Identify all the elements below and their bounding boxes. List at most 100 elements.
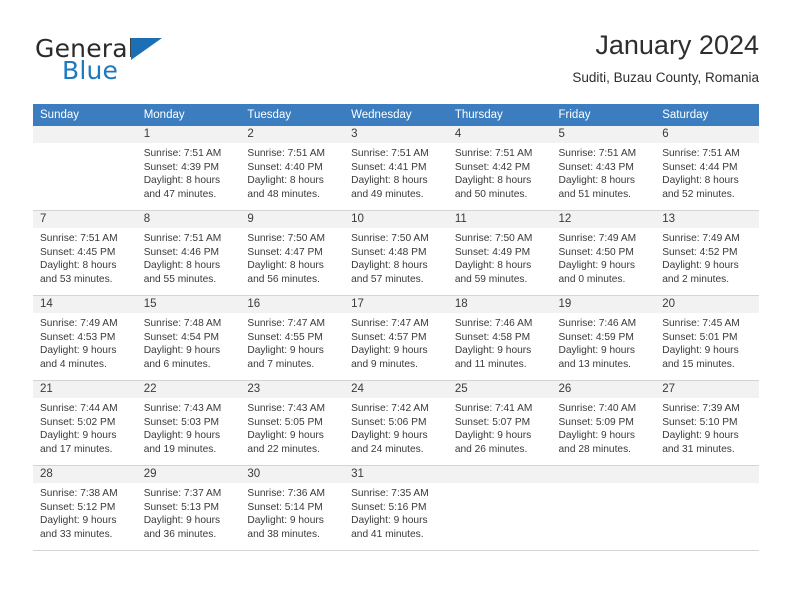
- day-number: 9: [240, 211, 345, 228]
- daylight-text-line1: Daylight: 8 hours: [40, 260, 117, 272]
- day-number: 27: [655, 381, 759, 398]
- daylight-text-line1: Daylight: 9 hours: [40, 430, 117, 442]
- calendar-day-cell[interactable]: 7 Sunrise: 7:51 AM Sunset: 4:45 PM Daylight…: [33, 210, 137, 296]
- day-number: 13: [655, 211, 759, 228]
- day-number: 1: [136, 126, 241, 143]
- sunrise-text: Sunrise: 7:51 AM: [247, 148, 325, 159]
- day-cell-inner: [655, 466, 759, 550]
- day-number: 12: [551, 211, 656, 228]
- weekday-header-sunday: Sunday: [33, 104, 137, 126]
- daylight-text-line1: Daylight: 8 hours: [454, 260, 532, 272]
- sunset-text: Sunset: 5:13 PM: [143, 501, 220, 513]
- day-number: 25: [447, 381, 552, 398]
- day-cell-inner: [551, 466, 656, 550]
- calendar-day-cell[interactable]: 3 Sunrise: 7:51 AM Sunset: 4:41 PM Daylight…: [344, 126, 448, 211]
- daylight-text-line2: and 7 minutes.: [247, 358, 315, 370]
- calendar-day-cell[interactable]: 22 Sunrise: 7:43 AM Sunset: 5:03 PM Dayligh…: [136, 380, 241, 466]
- calendar-day-cell[interactable]: 29 Sunrise: 7:37 AM Sunset: 5:13 PM Dayligh…: [136, 465, 241, 551]
- calendar-day-cell[interactable]: 21 Sunrise: 7:44 AM Sunset: 5:02 PM Dayligh…: [33, 380, 137, 466]
- day-cell-inner: 7 Sunrise: 7:51 AM Sunset: 4:45 PM Daylight…: [33, 211, 137, 295]
- calendar-day-cell[interactable]: 6 Sunrise: 7:51 AM Sunset: 4:44 PM Daylight…: [655, 126, 759, 211]
- day-cell-inner: 5 Sunrise: 7:51 AM Sunset: 4:43 PM Daylight…: [551, 126, 656, 210]
- calendar-day-cell[interactable]: 19 Sunrise: 7:46 AM Sunset: 4:59 PM Dayligh…: [551, 295, 656, 381]
- calendar-day-cell[interactable]: 2 Sunrise: 7:51 AM Sunset: 4:40 PM Daylight…: [240, 126, 345, 211]
- calendar-day-cell[interactable]: 24 Sunrise: 7:42 AM Sunset: 5:06 PM Dayligh…: [344, 380, 448, 466]
- sunset-text: Sunset: 5:16 PM: [351, 501, 427, 513]
- calendar-day-cell[interactable]: 31 Sunrise: 7:35 AM Sunset: 5:16 PM Dayligh…: [344, 465, 448, 551]
- day-number: 2: [240, 126, 345, 143]
- day-cell-inner: [447, 466, 552, 550]
- sunset-text: Sunset: 5:07 PM: [454, 416, 531, 428]
- page-title: January 2024: [595, 30, 759, 60]
- daylight-text-line2: and 19 minutes.: [143, 443, 217, 455]
- calendar-day-cell[interactable]: 18 Sunrise: 7:46 AM Sunset: 4:58 PM Dayligh…: [447, 295, 552, 381]
- daylight-text-line1: Daylight: 9 hours: [662, 345, 739, 357]
- daylight-text-line1: Daylight: 9 hours: [662, 430, 739, 442]
- day-details: Sunrise: 7:42 AM Sunset: 5:06 PM Daylight:…: [344, 398, 448, 456]
- daylight-text-line1: Daylight: 9 hours: [143, 515, 221, 527]
- day-number: 20: [655, 296, 759, 313]
- weekday-header-thursday: Thursday: [447, 104, 552, 126]
- day-number: 14: [33, 296, 137, 313]
- day-details: Sunrise: 7:40 AM Sunset: 5:09 PM Daylight:…: [552, 398, 656, 456]
- calendar-day-cell[interactable]: 13 Sunrise: 7:49 AM Sunset: 4:52 PM Dayligh…: [655, 210, 759, 296]
- weekday-header-monday: Monday: [136, 104, 241, 126]
- day-number: 8: [136, 211, 241, 228]
- sunrise-text: Sunrise: 7:43 AM: [247, 403, 325, 414]
- calendar-day-cell[interactable]: 10 Sunrise: 7:50 AM Sunset: 4:48 PM Dayligh…: [344, 210, 448, 296]
- calendar-day-cell[interactable]: 5 Sunrise: 7:51 AM Sunset: 4:43 PM Daylight…: [551, 126, 656, 211]
- calendar-day-cell[interactable]: 12 Sunrise: 7:49 AM Sunset: 4:50 PM Dayligh…: [551, 210, 656, 296]
- day-cell-inner: 10 Sunrise: 7:50 AM Sunset: 4:48 PM Dayligh…: [344, 211, 448, 295]
- daylight-text-line1: Daylight: 9 hours: [351, 515, 428, 527]
- day-details: Sunrise: 7:46 AM Sunset: 4:58 PM Daylight:…: [448, 313, 552, 371]
- daylight-text-line1: Daylight: 8 hours: [351, 175, 428, 187]
- daylight-text-line1: Daylight: 8 hours: [558, 175, 635, 187]
- calendar-day-cell[interactable]: 4 Sunrise: 7:51 AM Sunset: 4:42 PM Daylight…: [447, 126, 552, 211]
- daylight-text-line2: and 59 minutes.: [454, 273, 528, 285]
- daylight-text-line2: and 28 minutes.: [558, 443, 632, 455]
- daylight-text-line2: and 56 minutes.: [247, 273, 320, 285]
- day-details: Sunrise: 7:49 AM Sunset: 4:53 PM Daylight:…: [33, 313, 137, 371]
- daylight-text-line1: Daylight: 9 hours: [558, 260, 635, 272]
- sunrise-sunset-calendar: Sunday Monday Tuesday Wednesday Thursday…: [33, 104, 759, 551]
- daylight-text-line2: and 41 minutes.: [351, 528, 424, 540]
- daylight-text-line2: and 17 minutes.: [40, 443, 113, 455]
- day-number: 6: [655, 126, 759, 143]
- calendar-day-cell[interactable]: 23 Sunrise: 7:43 AM Sunset: 5:05 PM Dayligh…: [240, 380, 345, 466]
- calendar-page: General Blue January 2024 Suditi, Buzau …: [0, 0, 792, 612]
- calendar-day-cell[interactable]: 26 Sunrise: 7:40 AM Sunset: 5:09 PM Dayligh…: [551, 380, 656, 466]
- calendar-day-cell[interactable]: 25 Sunrise: 7:41 AM Sunset: 5:07 PM Dayligh…: [447, 380, 552, 466]
- calendar-day-cell[interactable]: 1 Sunrise: 7:51 AM Sunset: 4:39 PM Daylight…: [136, 126, 241, 211]
- calendar-day-cell[interactable]: 15 Sunrise: 7:48 AM Sunset: 4:54 PM Dayligh…: [136, 295, 241, 381]
- calendar-day-cell[interactable]: 8 Sunrise: 7:51 AM Sunset: 4:46 PM Daylight…: [136, 210, 241, 296]
- sunset-text: Sunset: 4:48 PM: [351, 246, 427, 258]
- daylight-text-line2: and 50 minutes.: [454, 188, 528, 200]
- daylight-text-line2: and 6 minutes.: [143, 358, 211, 370]
- triangle-icon: [131, 38, 162, 60]
- calendar-day-cell[interactable]: 17 Sunrise: 7:47 AM Sunset: 4:57 PM Dayligh…: [344, 295, 448, 381]
- calendar-day-cell[interactable]: 16 Sunrise: 7:47 AM Sunset: 4:55 PM Dayligh…: [240, 295, 345, 381]
- calendar-day-cell[interactable]: 28 Sunrise: 7:38 AM Sunset: 5:12 PM Dayligh…: [33, 465, 137, 551]
- day-number: 17: [344, 296, 448, 313]
- day-cell-inner: 13 Sunrise: 7:49 AM Sunset: 4:52 PM Dayligh…: [655, 211, 759, 295]
- calendar-day-cell[interactable]: 9 Sunrise: 7:50 AM Sunset: 4:47 PM Daylight…: [240, 210, 345, 296]
- sunset-text: Sunset: 5:03 PM: [143, 416, 220, 428]
- calendar-day-cell[interactable]: 11 Sunrise: 7:50 AM Sunset: 4:49 PM Dayligh…: [447, 210, 552, 296]
- day-number: 21: [33, 381, 137, 398]
- day-cell-inner: 27 Sunrise: 7:39 AM Sunset: 5:10 PM Dayligh…: [655, 381, 759, 465]
- sunrise-text: Sunrise: 7:43 AM: [143, 403, 222, 414]
- sunset-text: Sunset: 4:42 PM: [454, 161, 531, 173]
- day-details: Sunrise: 7:43 AM Sunset: 5:03 PM Daylight:…: [137, 398, 241, 456]
- calendar-day-cell[interactable]: 30 Sunrise: 7:36 AM Sunset: 5:14 PM Dayligh…: [240, 465, 345, 551]
- day-details: Sunrise: 7:51 AM Sunset: 4:41 PM Daylight:…: [344, 143, 448, 201]
- day-number: 22: [136, 381, 241, 398]
- general-blue-logo[interactable]: General Blue: [33, 34, 223, 92]
- calendar-day-cell[interactable]: 27 Sunrise: 7:39 AM Sunset: 5:10 PM Dayligh…: [655, 380, 759, 466]
- sunrise-text: Sunrise: 7:49 AM: [558, 233, 637, 244]
- calendar-day-cell[interactable]: 14 Sunrise: 7:49 AM Sunset: 4:53 PM Dayligh…: [33, 295, 137, 381]
- day-cell-inner: 18 Sunrise: 7:46 AM Sunset: 4:58 PM Dayligh…: [447, 296, 552, 380]
- day-number: 7: [33, 211, 137, 228]
- daylight-text-line2: and 22 minutes.: [247, 443, 320, 455]
- day-details: Sunrise: 7:50 AM Sunset: 4:49 PM Daylight:…: [448, 228, 552, 286]
- calendar-day-cell[interactable]: 20 Sunrise: 7:45 AM Sunset: 5:01 PM Dayligh…: [655, 295, 759, 381]
